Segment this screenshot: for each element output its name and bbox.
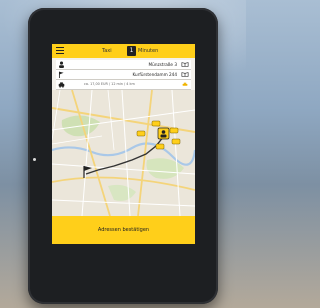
tab-minutes[interactable]: Minuten: [138, 47, 158, 55]
confirm-addresses-button[interactable]: Adressen bestätigen: [52, 216, 195, 244]
pickup-row[interactable]: Münzstraße 3: [56, 60, 191, 70]
taxi-marker[interactable]: [169, 127, 179, 134]
pickup-address: Münzstraße 3: [148, 62, 177, 67]
menu-icon[interactable]: [56, 47, 64, 55]
fare-row: ca. 17,00 EUR / 12 min / 4 km: [56, 80, 191, 90]
destination-address: Kurfürstendamm 244: [132, 72, 177, 77]
confirm-addresses-label: Adressen bestätigen: [97, 227, 150, 233]
book-icon[interactable]: [181, 72, 189, 77]
taxi-marker[interactable]: [171, 138, 181, 145]
taxi-marker[interactable]: [136, 130, 146, 137]
pickup-person-marker: [157, 127, 170, 140]
book-icon[interactable]: [181, 62, 189, 67]
flag-icon: [58, 71, 64, 78]
app-screen: Taxi 1 Minuten Münzstraße 3 Kurfürstenda…: [52, 44, 195, 244]
taxi-small-icon: [182, 82, 188, 86]
taxi-count-badge: 1: [127, 46, 136, 56]
map-view[interactable]: [52, 90, 195, 216]
destination-row[interactable]: Kurfürstendamm 244: [56, 70, 191, 80]
taxi-marker[interactable]: [151, 120, 161, 127]
fare-estimate: ca. 17,00 EUR / 12 min / 4 km: [84, 82, 135, 86]
taxi-marker[interactable]: [155, 143, 165, 150]
tab-taxi[interactable]: Taxi: [102, 47, 112, 55]
person-icon: [59, 61, 64, 68]
camera-dot: [33, 158, 36, 161]
taxi-icon: [58, 82, 65, 88]
app-bar: Taxi 1 Minuten: [52, 44, 195, 58]
